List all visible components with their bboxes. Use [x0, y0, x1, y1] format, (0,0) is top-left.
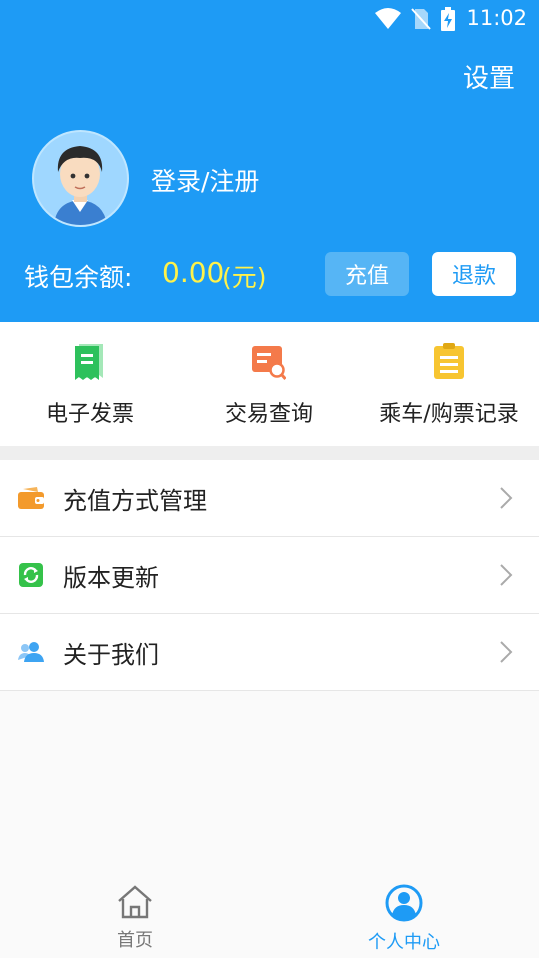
- menu-item-label: 充值方式管理: [63, 486, 207, 515]
- status-time: 11:02: [466, 6, 527, 30]
- wallet-balance-amount: 0.00: [162, 256, 225, 289]
- menu-item-label: 关于我们: [63, 640, 159, 669]
- tab-label: 个人中心: [368, 932, 440, 953]
- profile-icon: [385, 884, 423, 922]
- wifi-icon: [375, 8, 401, 29]
- menu-item-label: 版本更新: [63, 563, 159, 592]
- quick-action-label: 电子发票: [45, 402, 134, 427]
- refresh-icon: [19, 563, 43, 587]
- login-register-link[interactable]: 登录/注册: [151, 162, 259, 198]
- chevron-right-icon: [500, 641, 513, 663]
- settings-link[interactable]: 设置: [463, 58, 515, 95]
- menu-list: 充值方式管理 版本更新 关于我们: [0, 460, 539, 691]
- avatar-icon: [54, 146, 107, 225]
- wallet-icon: [18, 487, 44, 509]
- chevron-right-icon: [500, 487, 513, 509]
- refund-button[interactable]: 退款: [432, 252, 516, 296]
- home-icon: [118, 885, 152, 919]
- quick-action-transaction-search[interactable]: 交易查询: [179, 342, 359, 428]
- clipboard-list-icon: [434, 343, 464, 379]
- transaction-search-icon: [252, 346, 287, 380]
- battery-charging-icon: [441, 7, 455, 31]
- menu-item-recharge-methods[interactable]: 充值方式管理: [0, 460, 539, 537]
- receipt-icon: [75, 344, 103, 380]
- tab-label: 首页: [117, 930, 153, 951]
- tab-home[interactable]: 首页: [75, 884, 195, 952]
- quick-actions: 电子发票 交易查询 乘车/购票记录: [0, 322, 539, 446]
- quick-action-ride-ticket-records[interactable]: 乘车/购票记录: [359, 342, 539, 428]
- profile-header: 11:02 设置 登录/注册 钱包余额: 0.00 (元) 充值 退款: [0, 0, 539, 322]
- menu-item-about-us[interactable]: 关于我们: [0, 614, 539, 691]
- users-icon: [18, 642, 44, 662]
- recharge-button[interactable]: 充值: [325, 252, 409, 296]
- section-divider: [0, 446, 539, 460]
- wallet-balance-unit: (元): [222, 263, 267, 292]
- status-icons: [375, 7, 455, 31]
- bottom-tab-bar: 首页 个人中心: [0, 878, 539, 958]
- quick-action-e-invoice[interactable]: 电子发票: [0, 342, 180, 428]
- menu-item-version-update[interactable]: 版本更新: [0, 537, 539, 614]
- avatar[interactable]: [32, 130, 129, 227]
- wallet-balance-label: 钱包余额:: [24, 263, 133, 292]
- chevron-right-icon: [500, 564, 513, 586]
- status-bar: 11:02: [0, 0, 539, 36]
- tab-profile[interactable]: 个人中心: [344, 884, 464, 954]
- quick-action-label: 交易查询: [224, 402, 313, 427]
- no-sim-icon: [411, 8, 431, 30]
- quick-action-label: 乘车/购票记录: [379, 402, 519, 427]
